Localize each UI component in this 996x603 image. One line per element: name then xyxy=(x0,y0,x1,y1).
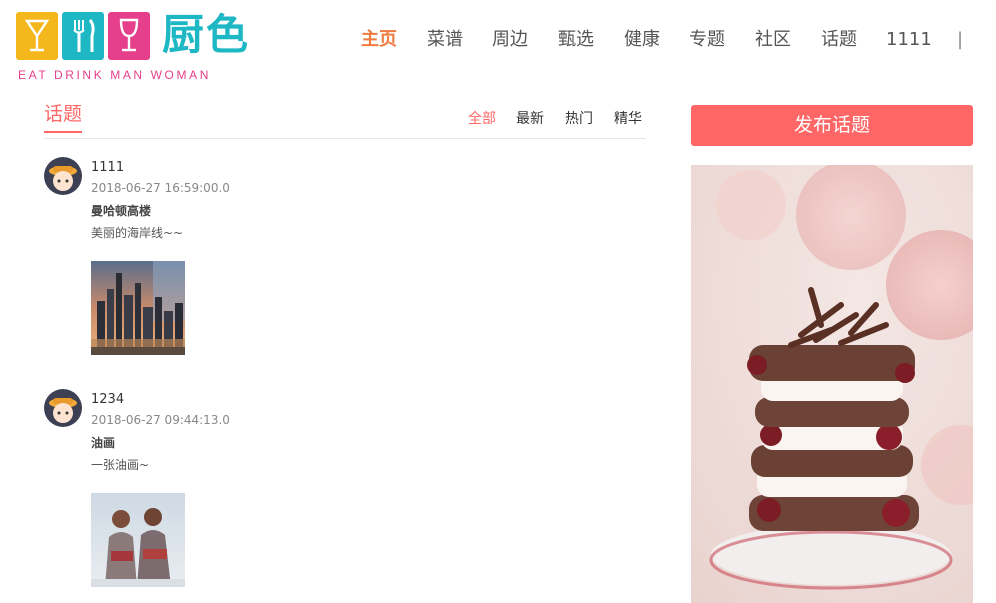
oil-painting-photo[interactable] xyxy=(91,493,185,587)
post-description: 美丽的海岸线~~ xyxy=(91,226,184,240)
topic-section-title: 话题 xyxy=(44,103,83,133)
topic-filters: 全部 最新 热门 精华 xyxy=(468,110,646,130)
chocolate-cake-photo[interactable] xyxy=(691,165,973,603)
brand-slogan: EAT DRINK MAN WOMAN xyxy=(18,68,211,82)
publish-topic-button[interactable]: 发布话题 xyxy=(691,105,973,146)
avatar[interactable] xyxy=(44,389,82,427)
wine-glass-icon xyxy=(108,12,150,60)
nav-item-nearby[interactable]: 周边 xyxy=(492,28,528,52)
post-timestamp: 2018-06-27 16:59:00.0 xyxy=(91,181,230,195)
post-description: 一张油画~ xyxy=(91,458,150,472)
post-title[interactable]: 油画 xyxy=(91,436,115,451)
topic-post: 1234 2018-06-27 09:44:13.0 油画 一张油画~ xyxy=(44,389,604,589)
topic-header: 话题 全部 最新 热门 精华 xyxy=(44,100,646,139)
nav-item-recipes[interactable]: 菜谱 xyxy=(427,28,463,52)
filter-all[interactable]: 全部 xyxy=(468,110,496,128)
nav-item-health[interactable]: 健康 xyxy=(624,28,660,52)
logo-icons xyxy=(16,12,152,62)
brand-name: 厨色 xyxy=(162,10,251,59)
post-timestamp: 2018-06-27 09:44:13.0 xyxy=(91,413,230,427)
site-logo[interactable]: 厨色 EAT DRINK MAN WOMAN xyxy=(16,10,261,85)
fork-knife-icon xyxy=(62,12,104,60)
filter-featured[interactable]: 精华 xyxy=(614,110,642,128)
nav-item-user[interactable]: 1111 xyxy=(886,28,932,52)
city-skyline-photo[interactable] xyxy=(91,261,185,355)
post-title[interactable]: 曼哈顿高楼 xyxy=(91,204,151,219)
nav-item-home[interactable]: 主页 xyxy=(361,28,397,52)
nav-item-topics[interactable]: 话题 xyxy=(821,28,857,52)
site-header: 厨色 EAT DRINK MAN WOMAN 主页 菜谱 周边 甄选 健康 专题… xyxy=(0,0,996,88)
topic-post: 1111 2018-06-27 16:59:00.0 曼哈顿高楼 美丽的海岸线~… xyxy=(44,157,604,357)
nav-item-selection[interactable]: 甄选 xyxy=(558,28,594,52)
user-avatar-icon xyxy=(49,398,77,423)
filter-latest[interactable]: 最新 xyxy=(516,110,544,128)
cocktail-icon xyxy=(16,12,58,60)
nav-item-community[interactable]: 社区 xyxy=(755,28,791,52)
nav-item-special[interactable]: 专题 xyxy=(689,28,725,52)
post-username[interactable]: 1234 xyxy=(91,392,124,408)
user-avatar-icon xyxy=(49,166,77,191)
nav-separator: | xyxy=(957,29,964,50)
post-username[interactable]: 1111 xyxy=(91,160,124,176)
avatar[interactable] xyxy=(44,157,82,195)
filter-hot[interactable]: 热门 xyxy=(565,110,593,128)
